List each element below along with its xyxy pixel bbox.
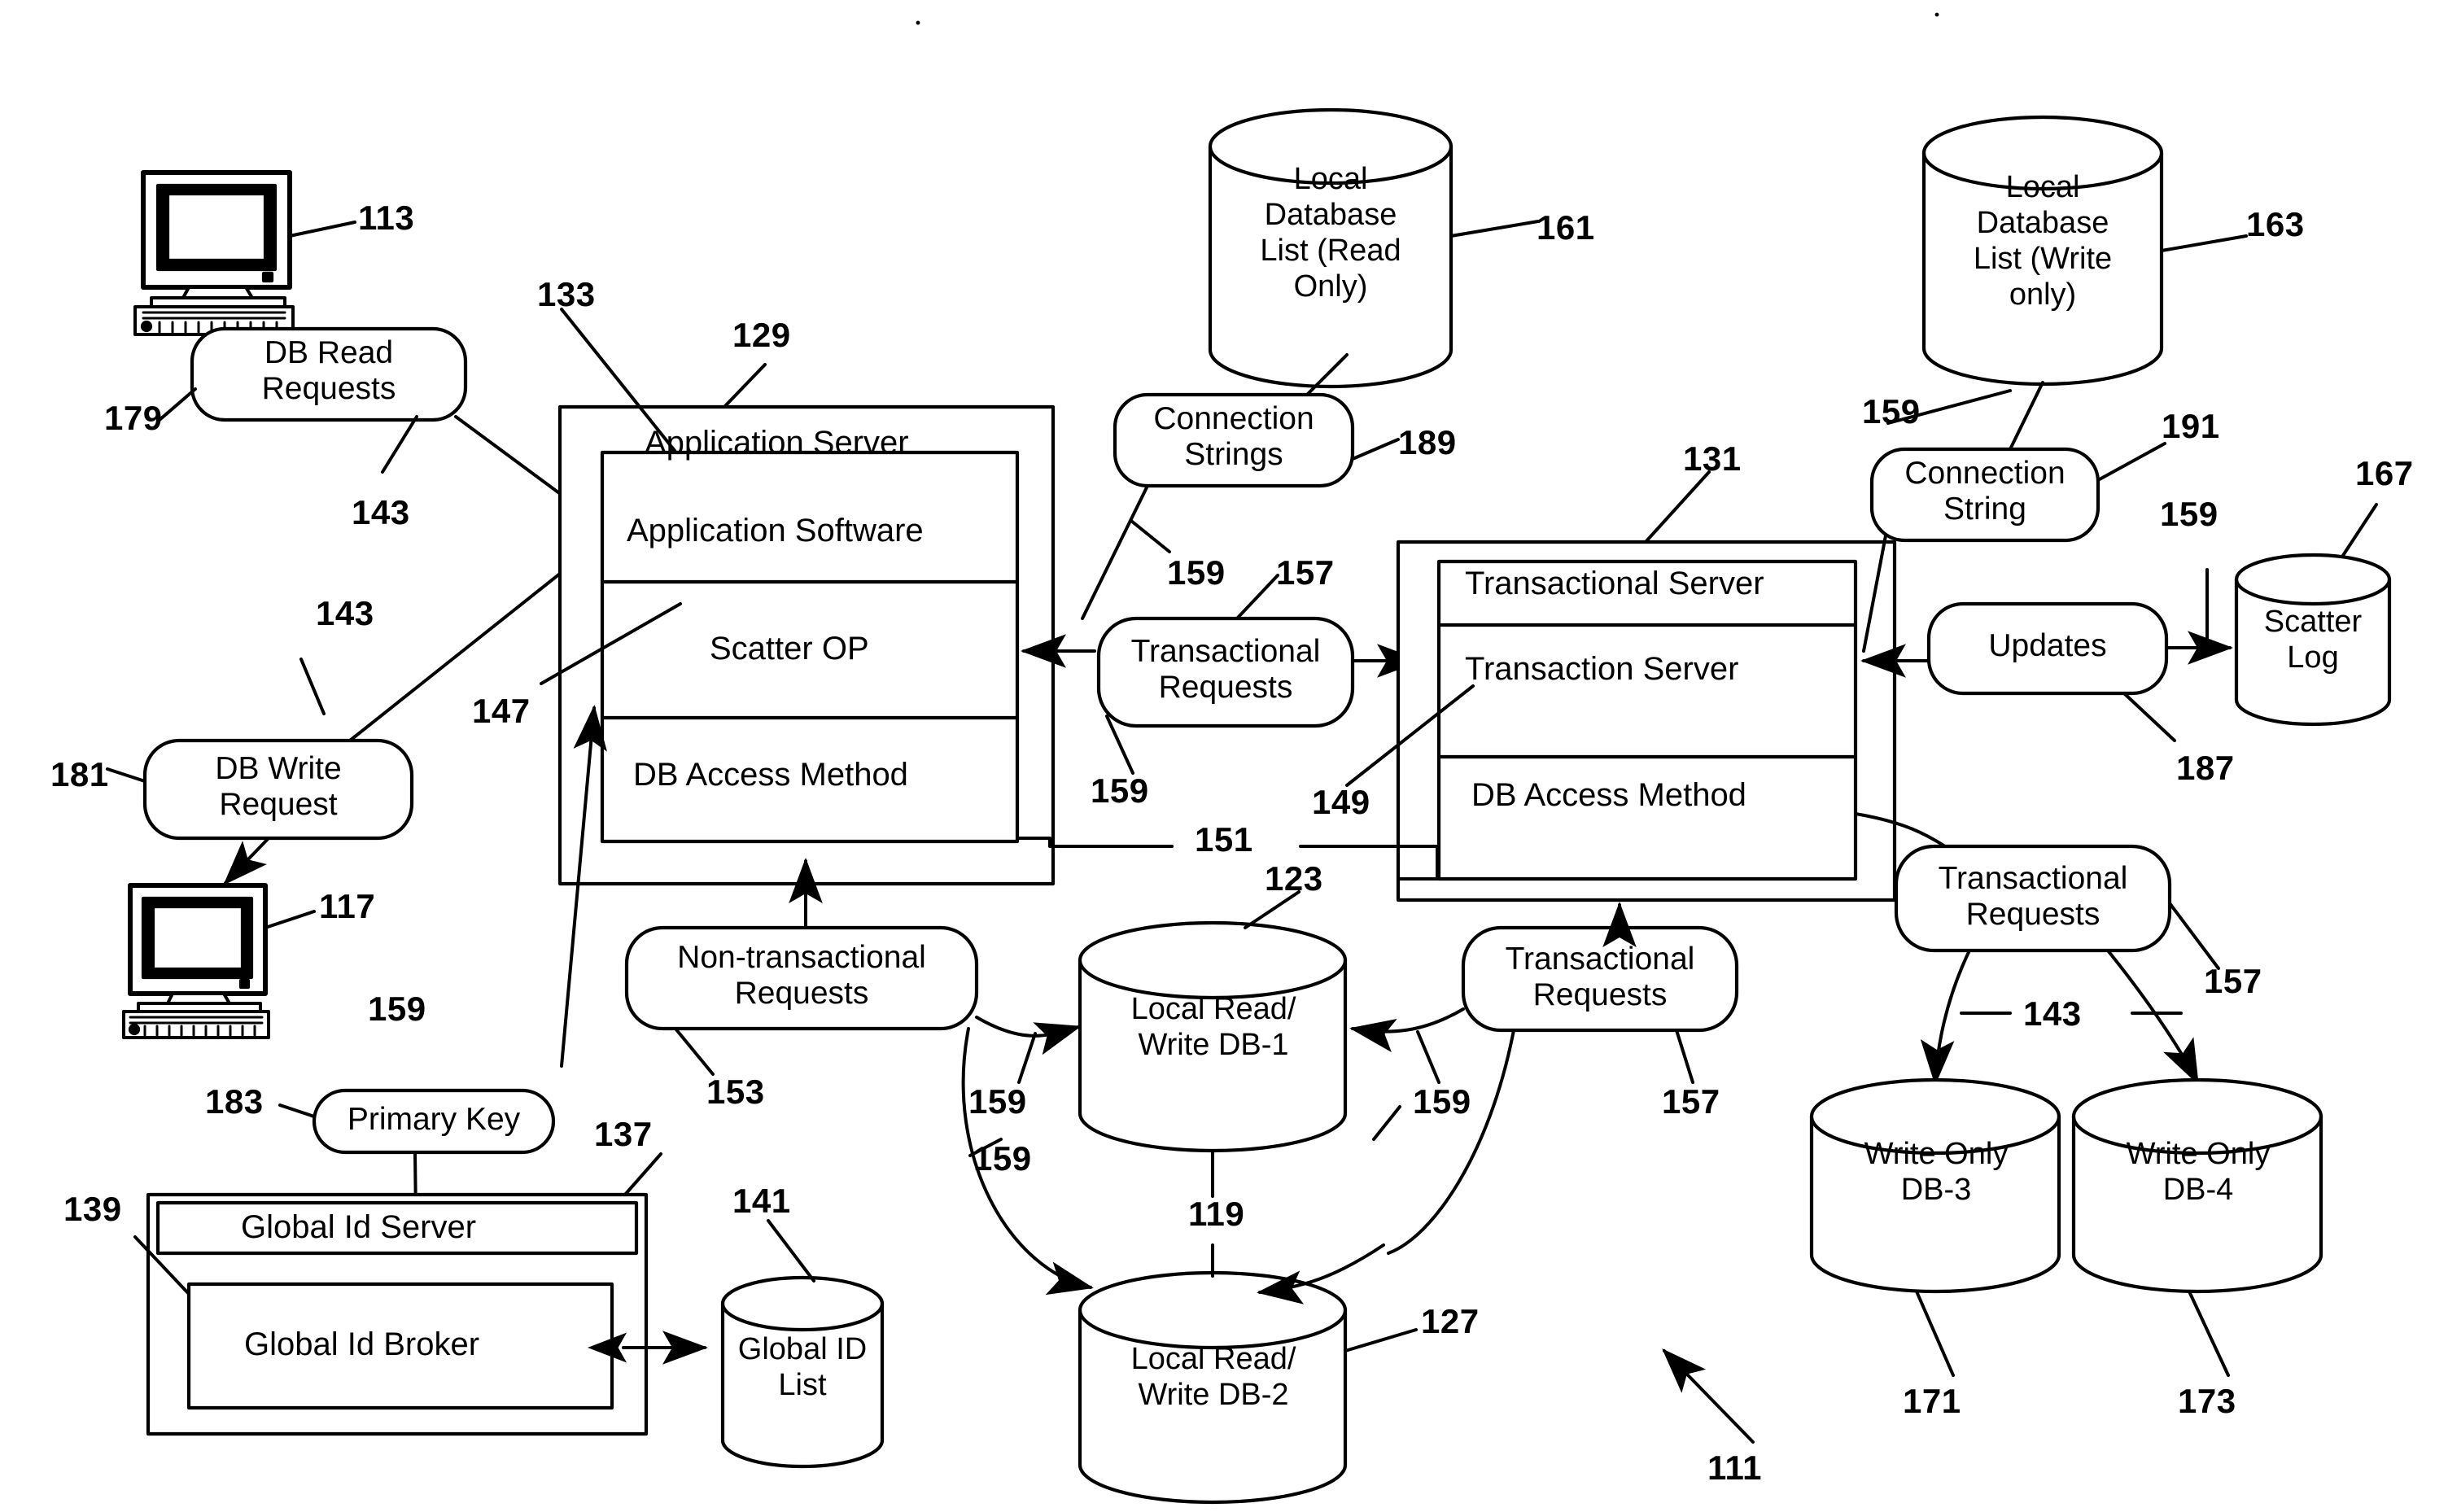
ref-157-a: 157 xyxy=(1276,553,1335,592)
transactional-requests-right-label: Transactional Requests xyxy=(1938,861,2128,933)
db-write-request-label: DB Write Request xyxy=(215,751,342,823)
application-server-title: Application Server xyxy=(645,425,909,461)
scatter-log-label: Scatter Log xyxy=(2263,605,2363,675)
transactional-server-title: Transactional Server xyxy=(1465,566,1764,601)
ref-171: 171 xyxy=(1903,1382,1961,1420)
ref-127: 127 xyxy=(1421,1302,1480,1340)
ref-129: 129 xyxy=(732,316,791,354)
local-db-list-write-label: Local Database List (Write only) xyxy=(1973,170,2113,312)
primary-key-label: Primary Key xyxy=(347,1102,521,1137)
ref-143-b: 143 xyxy=(316,594,374,632)
ref-117: 117 xyxy=(319,887,376,925)
local-rw-db2-label: Local Read/ Write DB-2 xyxy=(1130,1342,1296,1413)
ref-137: 137 xyxy=(594,1115,653,1153)
non-transactional-requests-label: Non-transactional Requests xyxy=(677,940,926,1012)
ref-147: 147 xyxy=(472,692,531,730)
ref-189: 189 xyxy=(1398,423,1457,461)
local-rw-db1-label: Local Read/ Write DB-1 xyxy=(1130,992,1296,1063)
ref-143-a: 143 xyxy=(352,493,410,531)
write-only-db3-label: Write Only DB-3 xyxy=(1864,1137,2009,1208)
ref-183: 183 xyxy=(205,1082,264,1121)
local-db-list-read-label: Local Database List (Read Only) xyxy=(1260,162,1401,304)
ref-159-a: 159 xyxy=(1167,553,1226,592)
ref-179: 179 xyxy=(104,399,163,437)
ref-173: 173 xyxy=(2178,1382,2236,1420)
connection-string-label: Connection String xyxy=(1904,456,2066,527)
ref-123: 123 xyxy=(1265,859,1323,898)
ref-113: 113 xyxy=(358,199,415,237)
db-read-requests-label: DB Read Requests xyxy=(261,335,396,407)
ref-159-c: 159 xyxy=(1862,392,1921,430)
ref-181: 181 xyxy=(50,755,109,793)
ref-157-c: 157 xyxy=(2204,962,2262,1000)
updates-label: Updates xyxy=(1988,628,2107,663)
ref-157-b: 157 xyxy=(1662,1082,1720,1121)
ref-153: 153 xyxy=(706,1073,765,1111)
ref-159-f: 159 xyxy=(968,1082,1027,1121)
ref-151: 151 xyxy=(1195,820,1253,859)
ref-159-b: 159 xyxy=(1091,771,1149,810)
ref-167: 167 xyxy=(2355,454,2414,492)
connection-strings-label: Connection Strings xyxy=(1153,401,1314,473)
ref-149: 149 xyxy=(1312,783,1370,821)
global-id-broker-label: Global Id Broker xyxy=(244,1326,480,1362)
ref-159-h: 159 xyxy=(973,1139,1032,1178)
ref-159-g: 159 xyxy=(1413,1082,1471,1121)
transaction-server-label: Transaction Server xyxy=(1465,651,1739,687)
app-db-access-method-label: DB Access Method xyxy=(633,757,908,793)
write-only-db4-label: Write Only DB-4 xyxy=(2126,1137,2271,1208)
ref-159-e: 159 xyxy=(368,990,426,1028)
application-software-label: Application Software xyxy=(627,513,924,548)
transactional-requests-mid-label: Transactional Requests xyxy=(1130,634,1321,706)
ref-131: 131 xyxy=(1683,439,1742,478)
patent-figure: Application Server Application Software … xyxy=(0,0,2448,1512)
transactional-requests-lower-label: Transactional Requests xyxy=(1505,942,1695,1013)
monitor-113-icon xyxy=(133,170,295,336)
txn-db-access-method-label: DB Access Method xyxy=(1471,777,1746,813)
scatter-op-label: Scatter OP xyxy=(710,631,869,666)
ref-191: 191 xyxy=(2162,407,2220,445)
ref-163: 163 xyxy=(2246,205,2305,243)
ref-119: 119 xyxy=(1188,1195,1245,1233)
global-id-list-label: Global ID List xyxy=(737,1332,868,1403)
ref-143-c: 143 xyxy=(2023,994,2082,1033)
ref-159-d: 159 xyxy=(2160,495,2218,533)
ref-161: 161 xyxy=(1537,208,1595,247)
ref-187: 187 xyxy=(2176,749,2235,787)
ref-111: 111 xyxy=(1707,1449,1762,1487)
ref-141: 141 xyxy=(732,1182,791,1220)
ref-139: 139 xyxy=(63,1190,122,1228)
ref-133: 133 xyxy=(537,275,596,313)
monitor-117-icon xyxy=(122,883,270,1039)
global-id-server-title: Global Id Server xyxy=(241,1209,477,1245)
